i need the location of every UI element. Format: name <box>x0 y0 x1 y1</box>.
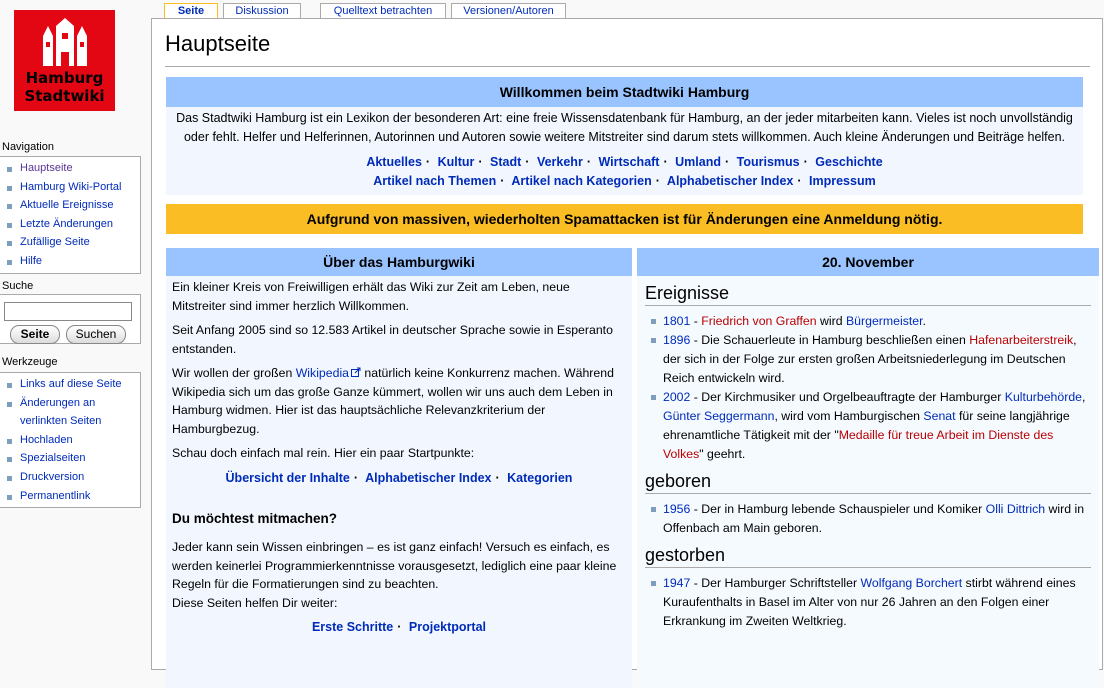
help-links: Erste Schritte · Projektportal <box>311 620 487 634</box>
link-alphabetischer-index-2[interactable]: Alphabetischer Index <box>365 471 491 485</box>
wikipedia-link[interactable]: Wikipedia <box>296 366 361 380</box>
year-link[interactable]: 2002 <box>663 390 690 404</box>
search-button[interactable]: Suchen <box>66 325 126 344</box>
list-item: 1896 - Die Schauerleute in Hamburg besch… <box>651 331 1091 388</box>
welcome-intro: Das Stadtwiki Hamburg ist ein Lexikon de… <box>176 111 1073 144</box>
start-links: Übersicht der Inhalte · Alphabetischer In… <box>225 470 573 485</box>
list-item: 1947 - Der Hamburger Schriftsteller Wolf… <box>651 574 1091 631</box>
nav-item-hauptseite[interactable]: Hauptseite <box>6 159 140 178</box>
tool-item-print[interactable]: Druckversion <box>6 468 140 487</box>
article-link[interactable]: Olli Dittrich <box>986 502 1045 516</box>
welcome-links-row2: Artikel nach Themen · Artikel nach Katego… <box>373 174 876 188</box>
list-item: 1801 - Friedrich von Graffen wird Bürger… <box>651 312 1091 331</box>
logo-line-2: Stadtwiki <box>24 87 105 105</box>
article-link[interactable]: Wolfgang Borchert <box>861 576 963 590</box>
link-verkehr[interactable]: Verkehr <box>537 155 583 169</box>
tools-heading: Werkzeuge <box>2 356 58 368</box>
link-impressum[interactable]: Impressum <box>809 174 876 188</box>
tool-item-links[interactable]: Links auf diese Seite <box>6 375 140 394</box>
year-link[interactable]: 1896 <box>663 333 690 347</box>
nav-item-aktuelle-ereignisse[interactable]: Aktuelle Ereignisse <box>6 196 140 215</box>
tool-item-special-pages[interactable]: Spezialseiten <box>6 449 140 468</box>
site-logo[interactable]: Hamburg Stadtwiki <box>14 10 115 111</box>
about-paragraph-4: Schau doch einfach mal rein. Hier ein pa… <box>172 446 475 460</box>
link-uebersicht[interactable]: Übersicht der Inhalte <box>226 471 350 485</box>
link-alphabetischer-index[interactable]: Alphabetischer Index <box>667 174 793 188</box>
content-area: Hauptseite Willkommen beim Stadtwiki Ham… <box>151 18 1103 688</box>
link-geschichte[interactable]: Geschichte <box>815 155 882 169</box>
nav-item-zufaellige-seite[interactable]: Zufällige Seite <box>6 233 140 252</box>
died-list: 1947 - Der Hamburger Schriftsteller Wolf… <box>645 574 1091 631</box>
link-tourismus[interactable]: Tourismus <box>737 155 800 169</box>
welcome-box: Willkommen beim Stadtwiki Hamburg Das St… <box>166 77 1083 195</box>
date-heading: 20. November <box>637 248 1099 276</box>
tool-item-permalink[interactable]: Permanentlink <box>6 487 140 506</box>
navigation-box: Hauptseite Hamburg Wiki-Portal Aktuelle … <box>0 156 141 274</box>
born-heading: geboren <box>645 472 1091 494</box>
about-box: Über das Hamburgwiki Ein kleiner Kreis v… <box>166 248 632 688</box>
nav-item-hilfe[interactable]: Hilfe <box>6 252 140 271</box>
events-heading: Ereignisse <box>645 284 1091 306</box>
title-divider <box>165 66 1090 67</box>
events-list: 1801 - Friedrich von Graffen wird Bürger… <box>645 312 1091 464</box>
list-item: 1956 - Der in Hamburg lebende Schauspiel… <box>651 500 1091 538</box>
tools-box: Links auf diese Seite Änderungen an verl… <box>0 372 141 509</box>
article-link[interactable]: Senat <box>923 409 955 423</box>
welcome-links-row1: Aktuelles · Kultur · Stadt · Verkehr · Wirts… <box>366 155 883 169</box>
link-kategorien[interactable]: Kategorien <box>507 471 572 485</box>
join-text-2: Diese Seiten helfen Dir weiter: <box>172 595 338 610</box>
link-artikel-themen[interactable]: Artikel nach Themen <box>373 174 496 188</box>
link-aktuelles[interactable]: Aktuelles <box>366 155 422 169</box>
castle-icon <box>43 18 87 66</box>
page-title: Hauptseite <box>165 31 271 56</box>
born-list: 1956 - Der in Hamburg lebende Schauspiel… <box>645 500 1091 538</box>
join-heading: Du möchtest mitmachen? <box>172 510 338 526</box>
article-link[interactable]: Kulturbehörde <box>1005 390 1082 404</box>
link-erste-schritte[interactable]: Erste Schritte <box>312 620 393 634</box>
join-text: Jeder kann sein Wissen einbringen – es i… <box>172 540 617 591</box>
link-stadt[interactable]: Stadt <box>490 155 521 169</box>
article-link[interactable]: Hafenarbeiterstreik <box>969 333 1073 347</box>
about-paragraph-3: Wir wollen der großen Wikipedia natürlic… <box>172 366 614 436</box>
link-kultur[interactable]: Kultur <box>438 155 475 169</box>
navigation-heading: Navigation <box>2 141 54 153</box>
article-link[interactable]: Bürgermeister <box>846 314 923 328</box>
go-button[interactable]: Seite <box>10 325 60 344</box>
welcome-heading: Willkommen beim Stadtwiki Hamburg <box>166 77 1083 107</box>
spam-notice: Aufgrund von massiven, wiederholten Spam… <box>166 204 1083 234</box>
link-projektportal[interactable]: Projektportal <box>409 620 486 634</box>
year-link[interactable]: 1947 <box>663 576 690 590</box>
list-item: 2002 - Der Kirchmusiker und Orgelbeauftr… <box>651 388 1091 464</box>
year-link[interactable]: 1956 <box>663 502 690 516</box>
about-paragraph-1: Ein kleiner Kreis von Freiwilligen erhäl… <box>172 280 570 313</box>
search-heading: Suche <box>2 280 34 292</box>
about-paragraph-2: Seit Anfang 2005 sind so 12.583 Artikel … <box>172 323 613 356</box>
link-wirtschaft[interactable]: Wirtschaft <box>598 155 659 169</box>
article-link[interactable]: Günter Seggermann <box>663 409 774 423</box>
article-link[interactable]: Medaille für treue Arbeit im Dienste des… <box>663 428 1053 461</box>
year-link[interactable]: 1801 <box>663 314 690 328</box>
link-umland[interactable]: Umland <box>675 155 721 169</box>
link-artikel-kategorien[interactable]: Artikel nach Kategorien <box>511 174 651 188</box>
tool-item-upload[interactable]: Hochladen <box>6 431 140 450</box>
external-link-icon <box>351 367 361 377</box>
article-link[interactable]: Friedrich von Graffen <box>701 314 816 328</box>
died-heading: gestorben <box>645 546 1091 568</box>
nav-item-letzte-aenderungen[interactable]: Letzte Änderungen <box>6 215 140 234</box>
nav-item-wiki-portal[interactable]: Hamburg Wiki-Portal <box>6 178 140 197</box>
tool-item-related-changes[interactable]: Änderungen an verlinkten Seiten <box>6 394 140 431</box>
search-input[interactable] <box>4 302 132 321</box>
logo-line-1: Hamburg <box>25 69 104 87</box>
date-box: 20. November Ereignisse 1801 - Friedrich… <box>637 248 1099 688</box>
about-heading: Über das Hamburgwiki <box>166 248 632 276</box>
search-box: Seite Suchen <box>0 294 141 344</box>
